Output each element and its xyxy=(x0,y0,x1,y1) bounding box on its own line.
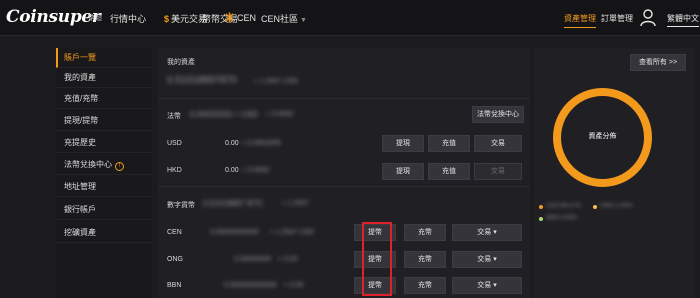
nav-cen-community[interactable]: CEN社區 ▼ xyxy=(261,12,307,25)
trade-label: 交易 xyxy=(477,256,492,263)
sidebar-item-label: 銀行帳戶 xyxy=(64,205,96,214)
highlight-annotation-box xyxy=(362,222,392,296)
deposit-coin-button[interactable]: 充幣 xyxy=(404,224,446,241)
view-all-button[interactable]: 查看所有 >> xyxy=(630,54,686,71)
currency-code: BBN xyxy=(167,282,182,289)
deposit-button[interactable]: 充值 xyxy=(428,135,470,152)
currency-approx: ≈ 0.00 xyxy=(278,256,298,263)
currency-amount: 0.000000000000 xyxy=(224,282,277,289)
logo-subtitle: 幣超 xyxy=(88,15,102,22)
user-icon[interactable] xyxy=(640,9,656,27)
currency-amount: 0.00000000000 xyxy=(210,229,259,236)
caret-down-icon: ▾ xyxy=(491,229,497,236)
my-assets-title: 我的資產 xyxy=(167,59,195,66)
currency-approx: ≈ 0.0000 xyxy=(242,167,270,174)
withdraw-button[interactable]: 提現 xyxy=(382,135,424,152)
legend-dot xyxy=(593,205,597,209)
deposit-button[interactable]: 充值 xyxy=(428,163,470,180)
coinsuper-logo[interactable]: Coinsuper xyxy=(6,7,101,27)
divider xyxy=(158,186,530,187)
sidebar-item-withdraw[interactable]: 提現/提幣 xyxy=(56,111,152,131)
nav-cen[interactable]: CEN xyxy=(224,12,256,23)
sidebar-item-fiat-exchange[interactable]: 法幣兌換中心! xyxy=(56,155,152,175)
top-navigation-bar: Coinsuper 幣超 行情中心 $ 美元交易 幣幣交易 CEN CEN社區 ▼ … xyxy=(0,0,700,36)
sidebar-item-label: 充提歷史 xyxy=(64,138,96,147)
legend-dot xyxy=(539,205,543,209)
sidebar-item-label: 我的資產 xyxy=(64,73,96,82)
trade-dropdown-button[interactable]: 交易 ▾ xyxy=(452,251,522,268)
currency-approx: ≈ 0.00 xyxy=(284,282,304,289)
trade-label: 交易 xyxy=(477,229,492,236)
sidebar-item-label: 地址管理 xyxy=(64,182,96,191)
assets-main-panel: 我的資產 0.51018897870 ≈ 1.2547 USD 法幣 0.000… xyxy=(158,48,530,298)
trade-dropdown-button[interactable]: 交易 ▾ xyxy=(452,277,522,294)
digital-section-label: 數字貨幣 xyxy=(167,202,195,209)
currency-code: CEN xyxy=(167,229,182,236)
trade-label: 交易 xyxy=(477,282,492,289)
currency-approx: ≈ 0.0002655 xyxy=(242,140,281,147)
sidebar-item-mining-assets[interactable]: 挖礦資產 xyxy=(56,223,152,243)
asset-distribution-label: 資產分佈 xyxy=(588,133,617,140)
fiat-exchange-center-button[interactable]: 法幣兌換中心 xyxy=(472,106,524,123)
sidebar-item-bank-account[interactable]: 銀行帳戶 xyxy=(56,200,152,220)
sidebar-item-label: 賬戶一覽 xyxy=(64,53,96,62)
trade-button[interactable]: 交易 xyxy=(474,163,522,180)
legend-item: BBN 0.63% xyxy=(546,215,578,221)
chevron-down-icon: ▼ xyxy=(300,17,307,24)
currency-amount: 0.00000000 xyxy=(234,256,271,263)
nav-usd-trading[interactable]: $ 美元交易 xyxy=(164,12,207,25)
currency-approx: ≈ 1.2547 USD xyxy=(270,229,314,236)
fiat-total-approx: ≈ 0.0000 xyxy=(266,111,294,118)
total-assets-value: 0.51018897870 xyxy=(167,75,237,86)
sidebar-item-label: 提現/提幣 xyxy=(64,116,99,125)
cen-icon xyxy=(225,12,234,23)
fiat-total: 0.00025555 ≈ USD xyxy=(190,110,258,119)
legend-item: CEN 98.37% xyxy=(546,203,581,209)
deposit-coin-button[interactable]: 充幣 xyxy=(404,277,446,294)
caret-down-icon: ▾ xyxy=(491,256,497,263)
total-assets-approx: ≈ 1.2547 USD xyxy=(254,78,298,85)
currency-amount: 0.00 xyxy=(225,167,239,174)
trade-dropdown-button[interactable]: 交易 ▾ xyxy=(452,224,522,241)
nav-cen-label: CEN xyxy=(237,13,257,23)
sidebar-item-address-management[interactable]: 地址管理 xyxy=(56,177,152,197)
currency-code: ONG xyxy=(167,256,183,263)
currency-amount: 0.00 xyxy=(225,140,239,147)
legend-item: ONG 1.00% xyxy=(600,203,633,209)
caret-down-icon: ▾ xyxy=(491,282,497,289)
dollar-icon: $ xyxy=(164,14,170,24)
currency-code: HKD xyxy=(167,167,182,174)
nav-cen-community-label: CEN社區 xyxy=(261,14,299,24)
sidebar-item-label: 充值/充幣 xyxy=(64,94,99,103)
trade-button[interactable]: 交易 xyxy=(474,135,522,152)
sidebar-item-account-overview[interactable]: 賬戶一覽 xyxy=(56,48,152,68)
sidebar-item-history[interactable]: 充提歷史 xyxy=(56,133,152,153)
digital-total: 0.51018897 BTC xyxy=(203,199,264,208)
nav-market-center-label: 行情中心 xyxy=(110,14,147,24)
warning-icon: ! xyxy=(115,162,124,171)
fiat-section-label: 法幣 xyxy=(167,113,181,120)
withdraw-button[interactable]: 提現 xyxy=(382,163,424,180)
nav-asset-management[interactable]: 資產管理 xyxy=(564,13,596,28)
sidebar-item-deposit[interactable]: 充值/充幣 xyxy=(56,89,152,109)
currency-code: USD xyxy=(167,140,182,147)
sidebar-item-label: 法幣兌換中心 xyxy=(64,160,112,169)
legend-dot xyxy=(539,217,543,221)
account-sidebar: 賬戶一覽 我的資產 充值/充幣 提現/提幣 充提歷史 法幣兌換中心! 地址管理 … xyxy=(56,48,152,298)
divider xyxy=(158,98,530,99)
sidebar-item-label: 挖礦資產 xyxy=(64,228,96,237)
nav-market-center[interactable]: 行情中心 xyxy=(110,12,146,25)
nav-order-management[interactable]: 訂單管理 xyxy=(601,13,633,24)
deposit-coin-button[interactable]: 充幣 xyxy=(404,251,446,268)
digital-total-approx: ≈ 1.2547 xyxy=(282,200,310,207)
language-selector[interactable]: 繁體中文 xyxy=(667,13,699,27)
sidebar-item-my-assets[interactable]: 我的資產 xyxy=(56,68,152,88)
